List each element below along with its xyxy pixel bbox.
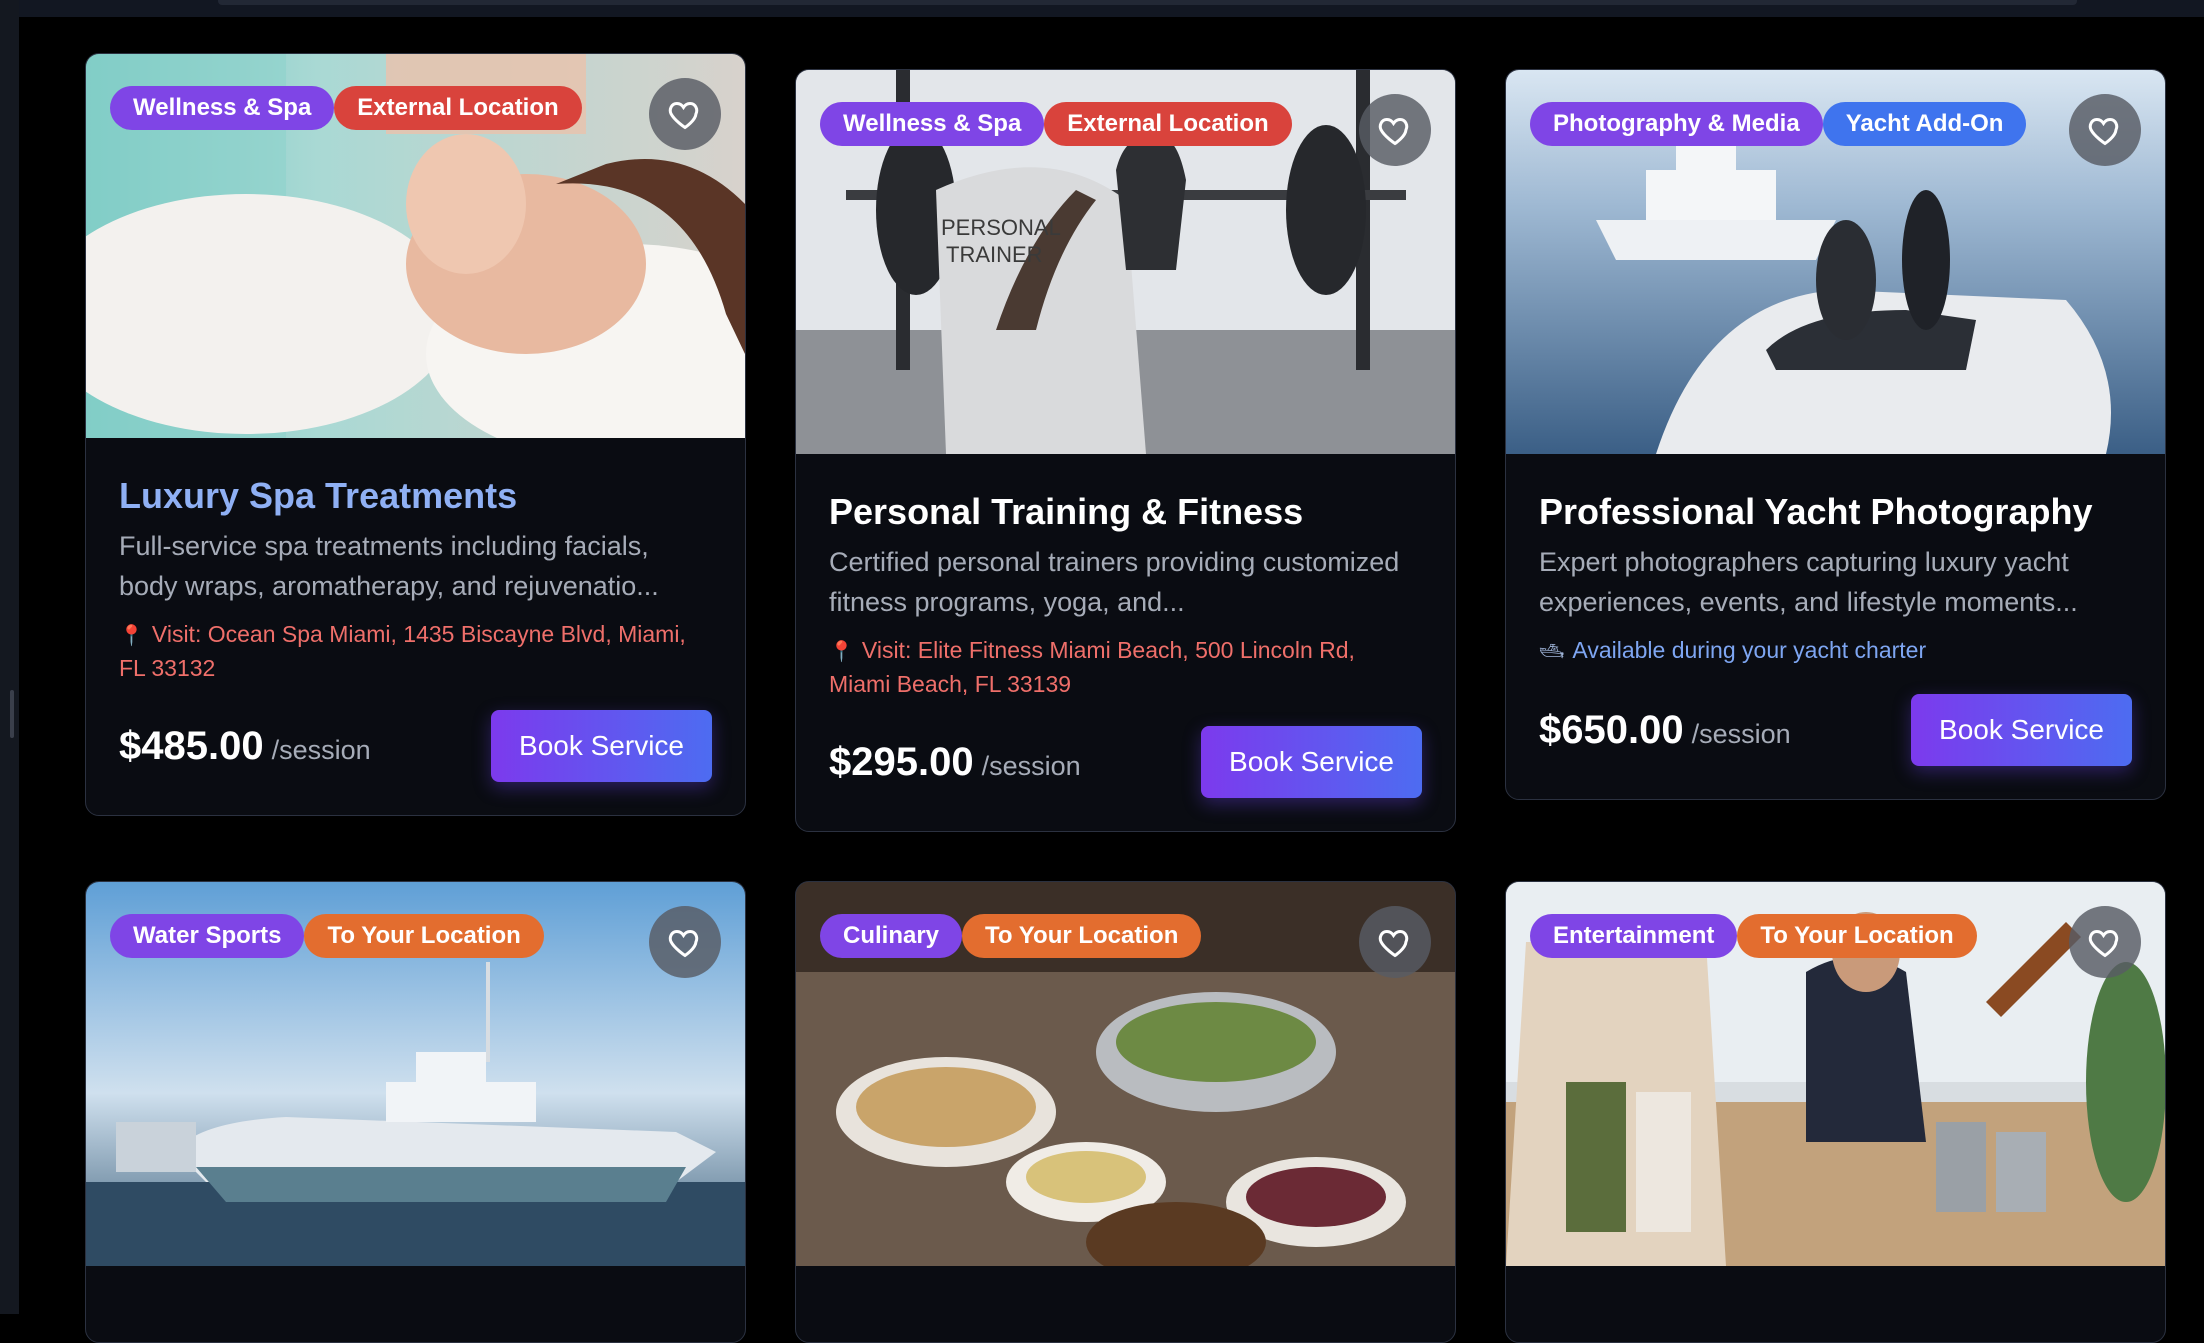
- location-line: 📍 Visit: Ocean Spa Miami, 1435 Biscayne B…: [119, 618, 712, 684]
- service-card-yacht-photography[interactable]: Photography & Media Yacht Add-On Profess…: [1505, 69, 2166, 800]
- card-image: PERSONAL TRAINER Wellness & Spa External…: [796, 70, 1455, 454]
- location-type-badge: External Location: [1044, 102, 1292, 146]
- price: $485.00: [119, 723, 264, 768]
- badge-group: Entertainment To Your Location: [1530, 914, 1977, 958]
- badge-group: Wellness & Spa External Location: [110, 86, 582, 130]
- location-type-badge: To Your Location: [304, 914, 544, 958]
- category-badge: Entertainment: [1530, 914, 1738, 958]
- location-type-badge: External Location: [334, 86, 582, 130]
- book-service-button[interactable]: Book Service: [1911, 694, 2132, 766]
- card-image: Entertainment To Your Location: [1506, 882, 2165, 1266]
- badge-group: Wellness & Spa External Location: [820, 102, 1292, 146]
- pin-icon: 📍: [829, 641, 854, 663]
- heart-icon: [668, 929, 699, 958]
- availability-line: 🛥 Available during your yacht charter: [1539, 634, 2132, 668]
- location-text: Visit: Ocean Spa Miami, 1435 Biscayne Bl…: [119, 621, 686, 681]
- price-block: $650.00/session: [1539, 708, 1791, 753]
- category-badge: Wellness & Spa: [110, 86, 335, 130]
- price-unit: /session: [271, 734, 371, 765]
- location-type-badge: To Your Location: [962, 914, 1202, 958]
- service-card-entertainment[interactable]: Entertainment To Your Location: [1505, 881, 2166, 1343]
- card-title[interactable]: Personal Training & Fitness: [829, 490, 1422, 534]
- card-description: Full-service spa treatments including fa…: [119, 531, 659, 601]
- shirt-text-line2: TRAINER: [946, 242, 1043, 267]
- price: $650.00: [1539, 707, 1684, 752]
- heart-icon: [1378, 929, 1409, 958]
- favorite-button[interactable]: [2069, 94, 2141, 166]
- favorite-button[interactable]: [649, 78, 721, 150]
- card-description: Certified personal trainers providing cu…: [829, 547, 1400, 617]
- badge-group: Water Sports To Your Location: [110, 914, 544, 958]
- top-bar: [19, 0, 2204, 17]
- price-unit: /session: [1691, 718, 1791, 749]
- availability-text: Available during your yacht charter: [1572, 637, 1927, 663]
- heart-icon: [2088, 117, 2119, 146]
- card-image: Photography & Media Yacht Add-On: [1506, 70, 2165, 454]
- category-badge: Culinary: [820, 914, 963, 958]
- card-title[interactable]: Professional Yacht Photography: [1539, 490, 2132, 534]
- service-card-water-sports[interactable]: Water Sports To Your Location: [85, 881, 746, 1343]
- favorite-button[interactable]: [649, 906, 721, 978]
- category-badge: Wellness & Spa: [820, 102, 1045, 146]
- card-title[interactable]: Luxury Spa Treatments: [119, 474, 712, 518]
- location-type-badge: Yacht Add-On: [1822, 102, 2027, 146]
- shirt-text-line1: PERSONAL: [941, 215, 1061, 240]
- service-card-personal-training[interactable]: PERSONAL TRAINER Wellness & Spa External…: [795, 69, 1456, 832]
- badge-group: Photography & Media Yacht Add-On: [1530, 102, 2027, 146]
- heart-icon: [668, 101, 699, 130]
- location-type-badge: To Your Location: [1737, 914, 1977, 958]
- price-block: $485.00/session: [119, 724, 371, 769]
- favorite-button[interactable]: [2069, 906, 2141, 978]
- favorite-button[interactable]: [1359, 94, 1431, 166]
- price-block: $295.00/session: [829, 740, 1081, 785]
- yacht-icon: 🛥: [1539, 641, 1565, 663]
- heart-icon: [1378, 117, 1409, 146]
- panel-resize-handle[interactable]: [10, 690, 14, 738]
- category-badge: Photography & Media: [1530, 102, 1823, 146]
- price-unit: /session: [981, 750, 1081, 781]
- top-bar-inner: [218, 0, 2077, 5]
- location-line: 📍 Visit: Elite Fitness Miami Beach, 500 L…: [829, 634, 1422, 700]
- service-card-culinary[interactable]: Culinary To Your Location: [795, 881, 1456, 1343]
- left-rail: [0, 0, 19, 1314]
- pin-icon: 📍: [119, 625, 144, 647]
- card-image: Water Sports To Your Location: [86, 882, 745, 1266]
- favorite-button[interactable]: [1359, 906, 1431, 978]
- location-text: Visit: Elite Fitness Miami Beach, 500 Li…: [829, 637, 1355, 697]
- heart-icon: [2088, 929, 2119, 958]
- price: $295.00: [829, 739, 974, 784]
- card-image: Culinary To Your Location: [796, 882, 1455, 1266]
- card-image: Wellness & Spa External Location: [86, 54, 745, 438]
- book-service-button[interactable]: Book Service: [491, 710, 712, 782]
- book-service-button[interactable]: Book Service: [1201, 726, 1422, 798]
- badge-group: Culinary To Your Location: [820, 914, 1202, 958]
- category-badge: Water Sports: [110, 914, 305, 958]
- card-description: Expert photographers capturing luxury ya…: [1539, 547, 2078, 617]
- service-card-luxury-spa[interactable]: Wellness & Spa External Location Luxury …: [85, 53, 746, 816]
